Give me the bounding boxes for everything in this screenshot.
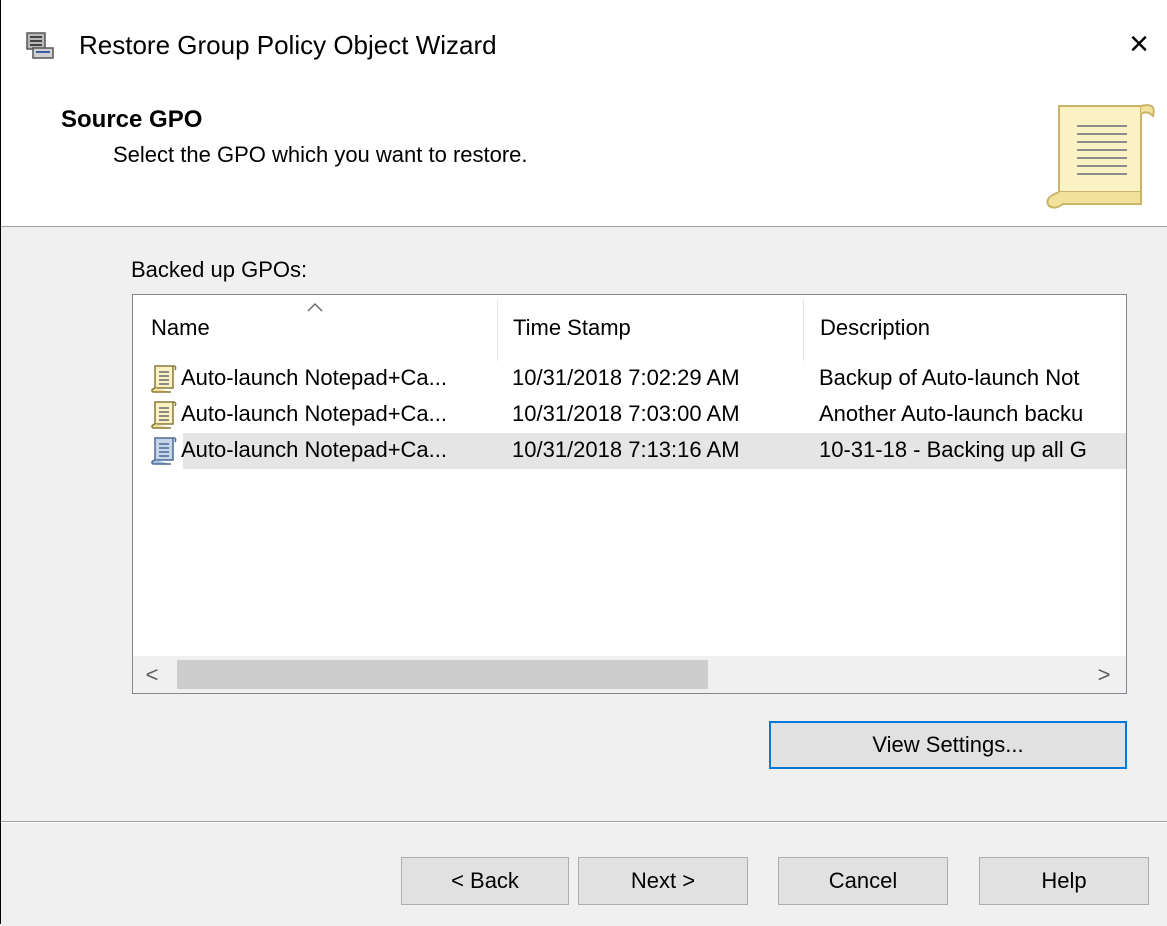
gpo-app-icon: [26, 32, 54, 59]
wizard-body: Backed up GPOs: Name Time Stamp Descript…: [1, 227, 1167, 926]
horizontal-scrollbar[interactable]: < >: [133, 656, 1126, 693]
row-timestamp: 10/31/2018 7:03:00 AM: [512, 401, 740, 426]
column-header-timestamp[interactable]: Time Stamp: [498, 295, 803, 363]
row-name: Auto-launch Notepad+Ca...: [181, 365, 448, 390]
gpo-backup-icon: [151, 365, 177, 393]
gpo-backup-icon: [151, 401, 177, 429]
gpo-listview[interactable]: Name Time Stamp Description Auto-launch …: [132, 294, 1127, 694]
close-icon[interactable]: ×: [1119, 24, 1159, 64]
row-description: Another Auto-launch backu: [819, 401, 1084, 426]
window-title: Restore Group Policy Object Wizard: [79, 30, 497, 60]
column-label-timestamp: Time Stamp: [513, 315, 631, 340]
table-row[interactable]: Auto-launch Notepad+Ca... 10/31/2018 7:1…: [143, 433, 1126, 469]
gpo-backup-selected-icon: [151, 437, 177, 465]
scroll-right-icon[interactable]: >: [1089, 660, 1119, 690]
row-description: Backup of Auto-launch Not: [819, 365, 1080, 390]
table-row[interactable]: Auto-launch Notepad+Ca... 10/31/2018 7:0…: [143, 397, 1126, 433]
scroll-icon: [1046, 104, 1155, 209]
backed-up-gpos-label: Backed up GPOs:: [131, 257, 308, 282]
help-button[interactable]: Help: [979, 857, 1149, 905]
column-label-name: Name: [151, 315, 210, 340]
scrollbar-thumb[interactable]: [177, 660, 708, 689]
page-title: Source GPO: [61, 106, 203, 133]
row-timestamp: 10/31/2018 7:13:16 AM: [512, 437, 740, 462]
row-timestamp: 10/31/2018 7:02:29 AM: [512, 365, 740, 390]
table-row[interactable]: Auto-launch Notepad+Ca... 10/31/2018 7:0…: [143, 361, 1126, 397]
row-name: Auto-launch Notepad+Ca...: [181, 437, 448, 462]
wizard-header: Source GPO Select the GPO which you want…: [1, 92, 1167, 227]
footer-divider-highlight: [1, 822, 1167, 823]
column-label-description: Description: [820, 315, 931, 340]
next-button[interactable]: Next >: [578, 857, 748, 905]
back-button[interactable]: < Back: [401, 857, 569, 905]
row-description: 10-31-18 - Backing up all G: [819, 437, 1087, 462]
scroll-left-icon[interactable]: <: [137, 660, 167, 690]
column-header-name[interactable]: Name: [133, 295, 497, 363]
page-subtitle: Select the GPO which you want to restore…: [113, 142, 528, 167]
column-header-description[interactable]: Description: [804, 295, 1126, 363]
cancel-button[interactable]: Cancel: [778, 857, 948, 905]
row-name: Auto-launch Notepad+Ca...: [181, 401, 448, 426]
view-settings-button[interactable]: View Settings...: [769, 721, 1127, 769]
sort-ascending-icon: [307, 302, 323, 312]
title-bar: Restore Group Policy Object Wizard ×: [1, 0, 1167, 92]
